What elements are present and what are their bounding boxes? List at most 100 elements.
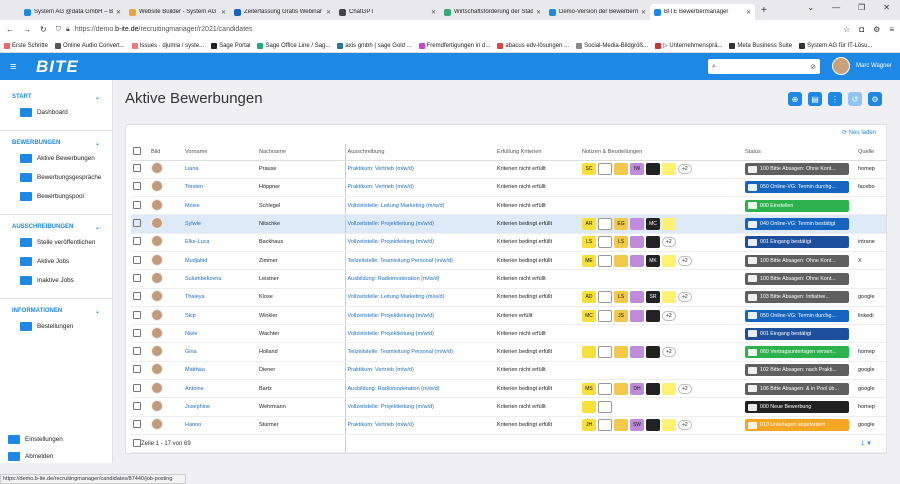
job-posting[interactable]: Praktikum: Vertrieb (m/w/d)	[344, 160, 495, 179]
job-posting[interactable]: Vollzeitstelle: Projektleitung (m/w/d)	[344, 306, 495, 326]
row-checkbox[interactable]	[133, 438, 141, 447]
bookmark-item[interactable]: Social-Media-Bildgröß...	[576, 42, 648, 49]
note-badge[interactable]	[598, 218, 612, 231]
browser-tab[interactable]: BITE Bewerbermanager ✕	[650, 4, 755, 20]
sidebar-section-informationen[interactable]: INFORMATIONEN ⌄	[0, 305, 112, 317]
minimize-icon[interactable]: —	[832, 3, 840, 12]
note-badge[interactable]	[646, 382, 660, 395]
sidebar-item-inaktive-jobs[interactable]: Inaktive Jobs	[0, 271, 112, 290]
note-badge[interactable]	[598, 236, 612, 249]
note-badge[interactable]: MK	[646, 254, 660, 267]
table-row[interactable]: Mudjahid Zimmer Teilzeitstelle: Teamleitun…	[131, 251, 886, 271]
row-checkbox[interactable]	[133, 365, 141, 374]
row-checkbox[interactable]	[133, 292, 141, 301]
tab-close-icon[interactable]: ✕	[116, 9, 121, 16]
chevron-down-icon[interactable]: ⌄	[95, 308, 100, 315]
row-checkbox[interactable]	[133, 402, 141, 410]
note-badge[interactable]	[662, 419, 676, 432]
job-posting[interactable]: Praktikum: Vertrieb (m/w/d)	[344, 178, 495, 198]
table-row[interactable]: Matthäa Diener Praktikum: Vertrieb (m/w/d)…	[131, 361, 886, 381]
note-badge[interactable]	[630, 346, 644, 359]
menu-icon[interactable]: ≡	[889, 25, 894, 34]
first-name[interactable]: Moise	[183, 196, 257, 216]
table-row[interactable]: Moise Schlegel Vollzeitstelle: Leitung Mar…	[131, 196, 886, 216]
note-badge[interactable]: IW	[630, 163, 644, 176]
note-badge[interactable]: SR	[646, 291, 660, 304]
maximize-icon[interactable]: ❐	[858, 3, 865, 12]
sidebar-section-ausschreibungen[interactable]: AUSSCHREIBUNGEN ⌄	[0, 221, 112, 233]
more-notes-badge[interactable]: +2	[662, 237, 676, 248]
note-badge[interactable]: SW	[630, 419, 644, 432]
job-posting[interactable]: Vollzeitstelle: Projektleitung (m/w/d)	[344, 397, 495, 417]
bookmark-item[interactable]: Fremdfertigungen in d...	[418, 42, 490, 49]
note-badge[interactable]: JS	[614, 309, 628, 322]
note-badge[interactable]	[614, 382, 628, 395]
more-notes-badge[interactable]: +2	[678, 164, 692, 175]
sidebar-section-start[interactable]: START ⌄	[0, 91, 112, 103]
note-badge[interactable]: MS	[582, 382, 596, 395]
status-badge[interactable]: 001 Eingang bestätigt	[745, 327, 849, 340]
history-button[interactable]: ↺	[848, 92, 862, 106]
note-badge[interactable]	[598, 401, 612, 413]
first-name[interactable]: Hanno	[183, 416, 257, 435]
job-posting[interactable]: Vollzeitstelle: Leitung Marketing (m/w/d…	[344, 196, 495, 216]
note-badge[interactable]	[646, 163, 660, 176]
status-badge[interactable]: 000 Einstellen	[745, 199, 849, 212]
note-badge[interactable]	[598, 419, 612, 432]
sidebar-section-bewerbungen[interactable]: BEWERBUNGEN ⌄	[0, 137, 112, 149]
job-posting[interactable]: Vollzeitstelle: Projektleitung (m/w/d)	[344, 324, 495, 344]
status-badge[interactable]: 001 Eingang bestätigt	[745, 236, 849, 249]
first-name[interactable]: Thaleya	[183, 288, 257, 307]
row-checkbox[interactable]	[133, 219, 141, 228]
sidebar-item-bestellungen[interactable]: Bestellungen	[0, 317, 112, 336]
bookmark-item[interactable]: axis gmbh | sage Gold ...	[337, 42, 412, 49]
note-badge[interactable]	[646, 236, 660, 249]
note-badge[interactable]	[662, 291, 676, 304]
tab-close-icon[interactable]: ✕	[431, 9, 436, 16]
bookmark-item[interactable]: Online Audio Convert...	[55, 42, 125, 49]
row-checkbox[interactable]	[133, 420, 141, 429]
tab-close-icon[interactable]: ✕	[746, 9, 751, 16]
job-posting[interactable]: Praktikum: Vertrieb (m/w/d)	[344, 361, 495, 381]
note-badge[interactable]	[598, 346, 612, 359]
job-posting[interactable]: Vollzeitstelle: Projektleitung (m/w/d)	[344, 233, 495, 252]
star-icon[interactable]: ☆	[843, 25, 850, 34]
bookmark-item[interactable]: ▷ Unternehmensprä...	[655, 42, 722, 49]
note-badge[interactable]	[598, 382, 612, 395]
note-badge[interactable]	[614, 346, 628, 359]
status-badge[interactable]: 040 Online-VG: Termin bestätigt	[745, 218, 849, 231]
note-badge[interactable]	[646, 419, 660, 432]
note-badge[interactable]: MC	[646, 218, 660, 231]
note-badge[interactable]: MC	[582, 309, 596, 322]
job-posting[interactable]: Vollzeitstelle: Leitung Marketing (m/w/d…	[344, 288, 495, 307]
note-badge[interactable]: LS	[582, 236, 596, 249]
bookmark-item[interactable]: abacus edv-lösungen ...	[497, 42, 569, 49]
job-posting[interactable]: Vollzeitstelle: Projektleitung (m/w/d)	[344, 214, 495, 234]
first-name[interactable]: Torsten	[183, 178, 257, 198]
note-badge[interactable]: DH	[630, 382, 644, 395]
first-name[interactable]: Skip	[183, 306, 257, 326]
row-checkbox[interactable]	[133, 273, 141, 282]
select-all-checkbox[interactable]	[133, 146, 141, 155]
view-button[interactable]: ▤	[808, 92, 822, 106]
note-badge[interactable]: SC	[582, 163, 596, 176]
close-icon[interactable]: ✕	[883, 3, 890, 12]
browser-tab[interactable]: Website Builder - System AG @...✕	[125, 4, 230, 20]
table-row[interactable]: Thaleya Klose Vollzeitstelle: Leitung Mark…	[131, 288, 886, 307]
more-notes-badge[interactable]: +2	[662, 310, 676, 321]
job-posting[interactable]: Teilzeitstelle: Teamleitung Personal (m/…	[344, 251, 495, 271]
column-header[interactable]	[131, 144, 149, 161]
row-checkbox[interactable]	[133, 200, 141, 209]
status-badge[interactable]: 100 Bitte Absagen: Ohne Kont...	[745, 272, 849, 285]
first-name[interactable]: Gina	[183, 342, 257, 362]
forward-icon[interactable]: →	[23, 25, 31, 34]
note-badge[interactable]: LS	[614, 236, 628, 249]
first-name[interactable]: Liana	[183, 160, 257, 179]
chevron-down-icon[interactable]: ⌄	[95, 224, 100, 231]
bookmark-item[interactable]: Erste Schritte	[4, 42, 48, 49]
pocket-icon[interactable]: ◘	[859, 25, 864, 34]
note-badge[interactable]: AD	[582, 291, 596, 304]
bookmark-item[interactable]: Sage Portal	[211, 42, 250, 49]
note-badge[interactable]	[614, 163, 628, 176]
chevron-down-icon[interactable]: ⌄	[807, 3, 814, 12]
